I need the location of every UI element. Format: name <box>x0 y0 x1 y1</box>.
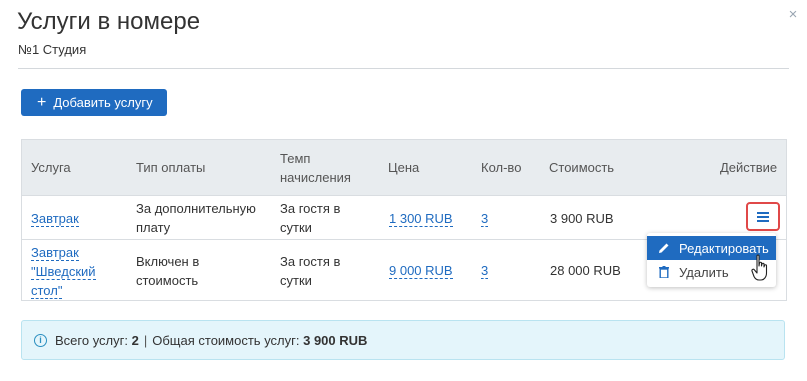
charge-rate-line: сутки <box>280 273 312 288</box>
divider <box>18 68 789 69</box>
quantity-link[interactable]: 3 <box>481 263 489 279</box>
price-link[interactable]: 9 000 RUB <box>389 263 453 279</box>
charge-rate-line: сутки <box>280 220 312 235</box>
close-icon[interactable]: × <box>786 7 800 22</box>
service-link-line[interactable]: "Шведский <box>31 264 96 280</box>
total-cost-value: 3 900 RUB <box>303 332 368 348</box>
charge-rate-cell: За гостя в сутки <box>280 199 340 237</box>
charge-rate-line: За гостя в <box>280 201 341 216</box>
payment-type-cell: Включен в стоимость <box>136 252 199 290</box>
payment-type-line: За дополнительную <box>136 201 256 216</box>
total-cost-label: Общая стоимость услуг: <box>152 332 300 348</box>
delete-label: Удалить <box>679 264 729 280</box>
service-link[interactable]: Завтрак <box>31 211 79 227</box>
cost-cell: 3 900 RUB <box>550 211 614 226</box>
header-charge-rate: Темп начисления <box>280 149 351 187</box>
header-price: Цена <box>388 160 420 175</box>
service-link-line[interactable]: Завтрак <box>31 245 79 261</box>
hand-pointer-icon <box>751 254 768 281</box>
separator: | <box>143 332 148 348</box>
header-quantity: Кол-во <box>481 160 522 175</box>
row-actions-button[interactable] <box>746 202 780 231</box>
services-modal: × Услуги в номере №1 Студия + Добавить у… <box>0 0 807 381</box>
summary-panel: i Всего услуг: 2 | Общая стоимость услуг… <box>21 320 785 360</box>
total-services-label: Всего услуг: <box>55 332 128 348</box>
payment-type-line: стоимость <box>136 273 199 288</box>
charge-rate-cell: За гостя в сутки <box>280 252 340 290</box>
plus-icon: + <box>37 93 47 111</box>
charge-rate-line: За гостя в <box>280 254 341 269</box>
header-payment-type: Тип оплаты <box>136 160 206 175</box>
header-cost: Стоимость <box>549 160 615 175</box>
payment-type-line: Включен в <box>136 254 200 269</box>
quantity-link[interactable]: 3 <box>481 211 489 227</box>
pencil-icon <box>657 242 671 254</box>
add-service-label: Добавить услугу <box>53 95 153 110</box>
table-header: Услуга Тип оплаты Темп начисления Цена К… <box>22 140 786 196</box>
header-action: Действие <box>720 160 778 175</box>
payment-type-cell: За дополнительную плату <box>136 199 256 237</box>
header-service: Услуга <box>31 160 71 175</box>
total-services-value: 2 <box>131 332 139 348</box>
cost-cell: 28 000 RUB <box>550 263 621 278</box>
trash-icon <box>657 266 671 278</box>
header-charge-rate-line2: начисления <box>280 170 351 185</box>
header-charge-rate-line1: Темп <box>280 151 311 166</box>
page-title: Услуги в номере <box>17 8 201 35</box>
payment-type-line: плату <box>136 220 171 235</box>
info-icon: i <box>34 333 47 347</box>
room-subtitle: №1 Студия <box>18 42 87 57</box>
price-link[interactable]: 1 300 RUB <box>389 211 453 227</box>
hamburger-icon <box>757 212 769 222</box>
service-link-line[interactable]: стол" <box>31 283 63 299</box>
service-link-multiline[interactable]: Завтрак "Шведский стол" <box>31 243 96 300</box>
add-service-button[interactable]: + Добавить услугу <box>21 89 167 116</box>
